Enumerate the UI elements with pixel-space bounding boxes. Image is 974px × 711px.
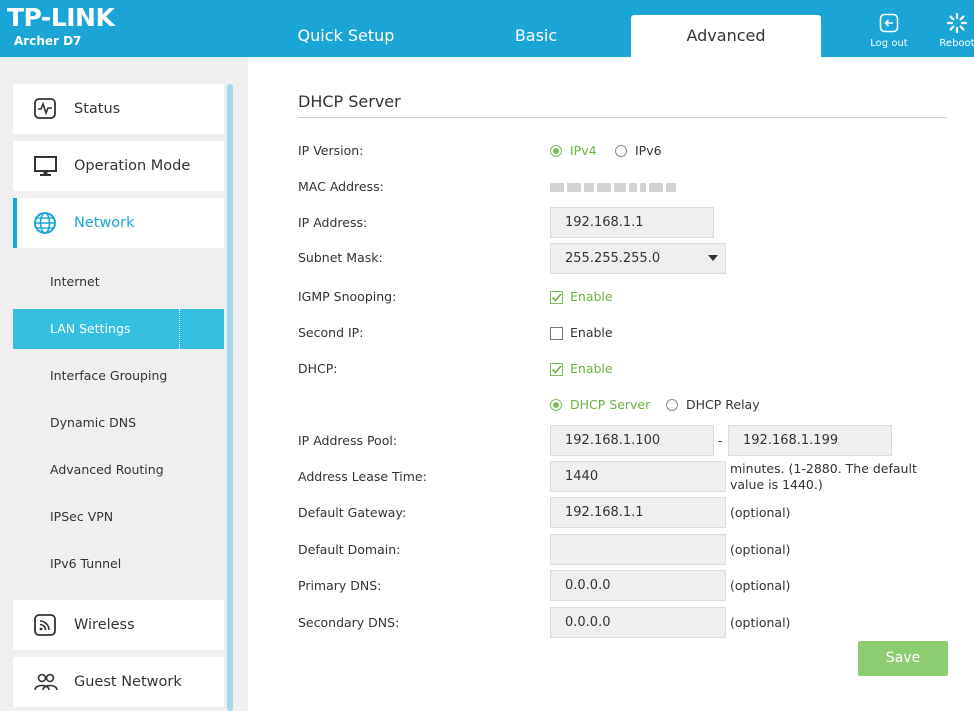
sidebar-item-label: Wireless <box>74 617 135 633</box>
sidebar-subitem-advanced-routing[interactable]: Advanced Routing <box>13 450 224 490</box>
dhcp-label: DHCP: <box>298 361 338 376</box>
sidebar-subitem-label: LAN Settings <box>50 321 131 336</box>
ip-pool-label: IP Address Pool: <box>298 433 398 448</box>
ip-address-label: IP Address: <box>298 215 368 230</box>
radio-empty-icon <box>615 145 627 157</box>
section-title: DHCP Server <box>298 92 401 111</box>
igmp-snooping-label: IGMP Snooping: <box>298 289 397 304</box>
dropdown-arrow-icon <box>708 255 718 261</box>
default-gateway-label: Default Gateway: <box>298 505 407 520</box>
primary-dns-label: Primary DNS: <box>298 578 382 593</box>
mac-address-value-redacted <box>550 181 682 193</box>
sidebar-item-label: Status <box>74 101 121 117</box>
ipv6-radio[interactable]: IPv6 <box>615 143 662 159</box>
secondary-dns-label: Secondary DNS: <box>298 615 400 630</box>
subnet-mask-select[interactable]: 255.255.255.0 <box>550 243 726 274</box>
default-gateway-input[interactable]: 192.168.1.1 <box>550 497 726 528</box>
subnet-mask-value: 255.255.255.0 <box>565 251 661 266</box>
sidebar-item-label: Operation Mode <box>74 158 191 174</box>
guests-icon <box>34 673 58 691</box>
brand-logo: TP-LINK <box>7 3 115 32</box>
default-gateway-optional: (optional) <box>730 505 791 520</box>
sidebar-subitem-ipv6-tunnel[interactable]: IPv6 Tunnel <box>13 544 224 584</box>
top-header: TP-LINK Archer D7 Quick Setup Basic Adva… <box>0 0 974 57</box>
sidebar-item-operation-mode[interactable]: Operation Mode <box>13 141 224 191</box>
tab-advanced[interactable]: Advanced <box>631 15 821 57</box>
lease-time-hint-line2: value is 1440.) <box>730 477 823 492</box>
dhcp-checkbox[interactable]: Enable <box>550 361 613 377</box>
primary-dns-optional: (optional) <box>730 578 791 593</box>
sidebar-subitem-interface-grouping[interactable]: Interface Grouping <box>13 356 224 396</box>
secondary-dns-optional: (optional) <box>730 615 791 630</box>
sidebar-subitem-lan-settings[interactable]: LAN Settings <box>13 309 224 349</box>
logout-icon <box>879 13 899 33</box>
subnet-mask-label: Subnet Mask: <box>298 250 383 265</box>
sidebar-item-network[interactable]: Network <box>13 198 224 248</box>
sidebar-subitem-dynamic-dns[interactable]: Dynamic DNS <box>13 403 224 443</box>
dhcp-server-label: DHCP Server <box>570 397 651 412</box>
second-ip-enable-label: Enable <box>570 325 613 340</box>
selection-marker <box>179 309 180 349</box>
default-domain-label: Default Domain: <box>298 542 401 557</box>
tab-basic[interactable]: Basic <box>448 15 624 57</box>
primary-dns-input[interactable]: 0.0.0.0 <box>550 570 726 601</box>
reboot-button[interactable]: Reboot <box>927 12 974 49</box>
radio-selected-icon <box>550 145 562 157</box>
default-domain-optional: (optional) <box>730 542 791 557</box>
checkbox-checked-icon <box>550 362 563 376</box>
sidebar-scrollbar[interactable] <box>227 84 233 711</box>
lease-time-hint-line1: minutes. (1-2880. The default <box>730 461 917 476</box>
ip-version-label: IP Version: <box>298 143 364 158</box>
secondary-dns-input[interactable]: 0.0.0.0 <box>550 607 726 638</box>
save-button[interactable]: Save <box>858 641 948 676</box>
lease-time-label: Address Lease Time: <box>298 469 427 484</box>
tab-quick-setup[interactable]: Quick Setup <box>258 15 434 57</box>
wifi-icon <box>34 614 56 636</box>
sidebar-item-wireless[interactable]: Wireless <box>13 600 224 650</box>
ipv6-label: IPv6 <box>635 143 662 158</box>
ipv4-label: IPv4 <box>570 143 597 158</box>
sidebar-item-status[interactable]: Status <box>13 84 224 134</box>
logout-label: Log out <box>870 38 908 49</box>
mac-address-label: MAC Address: <box>298 179 384 194</box>
sidebar-subitem-ipsec-vpn[interactable]: IPSec VPN <box>13 497 224 537</box>
igmp-enable-label: Enable <box>570 289 613 304</box>
ip-pool-separator: - <box>718 433 723 448</box>
reboot-label: Reboot <box>939 38 974 49</box>
dhcp-enable-label: Enable <box>570 361 613 376</box>
sidebar-item-label: Network <box>74 215 135 231</box>
radio-empty-icon <box>666 399 678 411</box>
radio-selected-icon <box>550 399 562 411</box>
monitor-icon <box>34 156 57 176</box>
sidebar-item-label: Guest Network <box>74 674 182 690</box>
ipv4-radio[interactable]: IPv4 <box>550 143 597 159</box>
reboot-icon <box>946 12 968 34</box>
second-ip-label: Second IP: <box>298 325 364 340</box>
pulse-icon <box>34 98 56 119</box>
ip-address-input[interactable]: 192.168.1.1 <box>550 207 714 238</box>
section-divider <box>298 117 947 118</box>
ip-pool-start-input[interactable]: 192.168.1.100 <box>550 425 714 456</box>
checkbox-empty-icon <box>550 326 563 340</box>
dhcp-server-radio[interactable]: DHCP Server <box>550 397 650 413</box>
igmp-snooping-checkbox[interactable]: Enable <box>550 289 613 305</box>
sidebar-subitem-internet[interactable]: Internet <box>13 262 224 302</box>
checkbox-checked-icon <box>550 290 563 304</box>
sidebar-item-guest-network[interactable]: Guest Network <box>13 657 224 707</box>
ip-pool-end-input[interactable]: 192.168.1.199 <box>728 425 892 456</box>
default-domain-input[interactable] <box>550 534 726 565</box>
dhcp-relay-label: DHCP Relay <box>686 397 760 412</box>
globe-icon <box>34 212 56 234</box>
second-ip-checkbox[interactable]: Enable <box>550 325 613 341</box>
dhcp-relay-radio[interactable]: DHCP Relay <box>666 397 760 413</box>
lease-time-input[interactable]: 1440 <box>550 461 726 492</box>
model-name: Archer D7 <box>14 34 82 48</box>
logout-button[interactable]: Log out <box>859 12 919 49</box>
